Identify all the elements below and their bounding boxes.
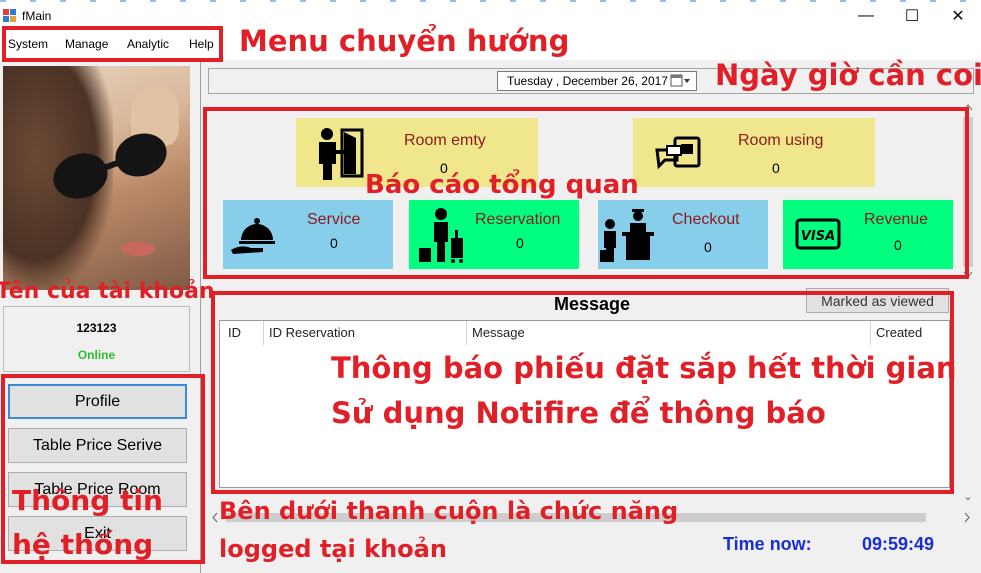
time-label: Time now: [723,534,812,554]
annotation-account: Tên của tài khoản [0,279,215,304]
window-title: fMain [22,9,52,23]
calendar-dropdown-icon[interactable] [670,74,692,88]
title-bar-accent [0,0,981,2]
date-value: Tuesday , December 26, 2017 [507,74,668,88]
close-button[interactable]: ✕ [935,0,981,32]
account-name: 123123 [76,321,117,335]
app-icon [3,9,17,23]
account-panel [3,306,190,372]
avatar [3,66,190,290]
maximize-button[interactable]: ☐ [889,0,935,32]
annotation-message-1: Thông báo phiếu đặt sắp hết thời gian [331,351,957,385]
annotation-box-menu [2,26,223,62]
annotation-menu: Menu chuyển hướng [239,24,570,58]
annotation-system-1: Thông tin [12,484,163,517]
time-value: 09:59:49 [862,534,935,554]
annotation-message-2: Sử dụng Notifire để thông báo [331,396,826,430]
annotation-scroll-1: Bên dưới thanh cuộn là chức năng [219,497,679,525]
annotation-summary: Báo cáo tổng quan [365,170,639,200]
annotation-system-2: hệ thống [12,528,154,561]
annotation-box-message [211,291,954,494]
avatar-lips [121,242,155,256]
minimize-button[interactable]: — [843,0,889,32]
account-status: Online [77,348,116,362]
scroll-down-arrow-icon[interactable]: ⌄ [960,490,976,506]
annotation-scroll-2: logged tại khoản [219,535,447,563]
annotation-date: Ngày giờ cần coi [715,58,981,92]
date-picker[interactable]: Tuesday , December 26, 2017 [497,71,697,91]
